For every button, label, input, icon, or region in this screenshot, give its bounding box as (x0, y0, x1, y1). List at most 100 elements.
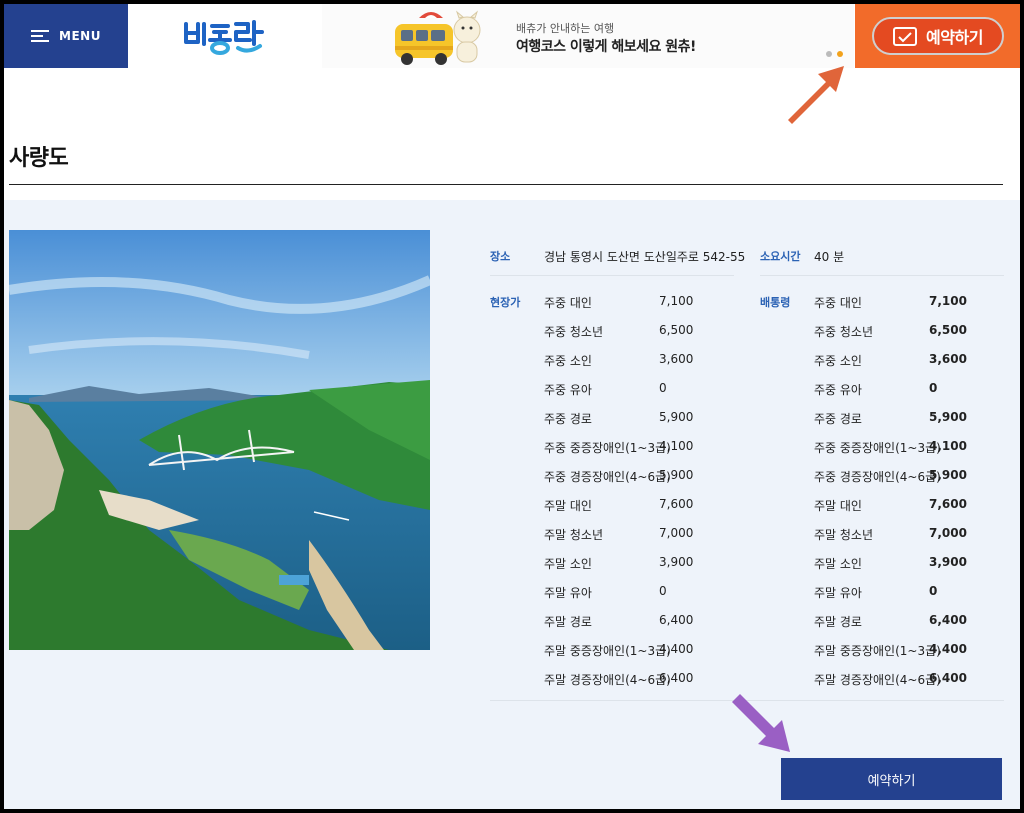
price-row: 주말 중증장애인(1~3급) 4,400 (544, 642, 774, 671)
price-value: 6,400 (929, 671, 967, 685)
price-value: 7,000 (659, 526, 694, 540)
price-value: 0 (659, 584, 667, 598)
price-value: 7,600 (659, 497, 694, 511)
price-row: 주말 경증장애인(4~6급) 6,400 (814, 671, 1020, 700)
price-name: 주중 청소년 (814, 325, 874, 339)
price-row: 주중 경로 5,900 (814, 410, 1020, 439)
price-row: 주중 중증장애인(1~3급) 4,100 (814, 439, 1020, 468)
price-name: 주말 대인 (544, 499, 592, 513)
price-name: 주중 경증장애인(4~6급) (544, 470, 671, 484)
price-value: 7,100 (929, 294, 967, 308)
bus-mascot-icon (395, 10, 481, 65)
page-title: 사량도 (9, 146, 69, 171)
site-logo[interactable] (182, 16, 266, 58)
reserve-top-button[interactable]: 예약하기 (855, 4, 1020, 68)
divider (760, 275, 1004, 276)
price-name: 주중 소인 (814, 354, 862, 368)
price-row: 주중 대인 7,100 (544, 294, 774, 323)
price-name: 주말 유아 (544, 586, 592, 600)
price-value: 4,100 (659, 439, 694, 453)
menu-button[interactable]: MENU (4, 4, 128, 68)
price-name: 주말 경로 (814, 615, 862, 629)
price-value: 0 (929, 584, 938, 598)
page-frame: MENU 배츄가 안내하는 여행 여행코스 이렇게 해보세요 원츄! 예약하기 … (4, 4, 1020, 809)
price-name: 주중 대인 (814, 296, 862, 310)
price-name: 주중 중증장애인(1~3급) (814, 441, 941, 455)
price-value: 5,900 (929, 410, 967, 424)
price-value: 0 (929, 381, 938, 395)
price-value: 3,900 (659, 555, 694, 569)
price-row: 주말 유아 0 (814, 584, 1020, 613)
price-value: 6,500 (929, 323, 967, 337)
price-row: 주말 대인 7,600 (814, 497, 1020, 526)
price-name: 주중 중증장애인(1~3급) (544, 441, 671, 455)
price-value: 0 (659, 381, 667, 395)
duration-value: 40 분 (814, 250, 845, 264)
price-name: 주말 경증장애인(4~6급) (544, 673, 671, 687)
price-value: 6,400 (929, 613, 967, 627)
online-price-list: 주중 대인 7,100 주중 청소년 6,500 주중 소인 3,600 주중 유아 0 주중 … (814, 294, 1020, 700)
price-value: 3,600 (659, 352, 694, 366)
price-row: 주말 청소년 7,000 (814, 526, 1020, 555)
price-row: 주말 청소년 7,000 (544, 526, 774, 555)
price-row: 주말 중증장애인(1~3급) 4,400 (814, 642, 1020, 671)
price-name: 주말 유아 (814, 586, 862, 600)
content-area: 장소 경남 통영시 도산면 도산일주로 542-55 소요시간 40 분 현장가… (4, 200, 1020, 809)
price-value: 4,100 (929, 439, 967, 453)
banner-title: 여행코스 이렇게 해보세요 원츄! (516, 39, 696, 55)
price-row: 주중 소인 3,600 (814, 352, 1020, 381)
price-row: 주중 중증장애인(1~3급) 4,100 (544, 439, 774, 468)
price-value: 4,400 (929, 642, 967, 656)
price-row: 주중 경증장애인(4~6급) 5,900 (544, 468, 774, 497)
price-value: 5,900 (659, 410, 694, 424)
price-value: 7,100 (659, 294, 694, 308)
price-value: 5,900 (929, 468, 967, 482)
online-price-label: 배통령 (760, 296, 791, 309)
price-name: 주중 유아 (814, 383, 862, 397)
price-row: 주중 대인 7,100 (814, 294, 1020, 323)
destination-photo (9, 230, 430, 650)
price-row: 주말 소인 3,900 (814, 555, 1020, 584)
price-name: 주중 소인 (544, 354, 592, 368)
price-row: 주말 소인 3,900 (544, 555, 774, 584)
price-value: 6,400 (659, 671, 694, 685)
divider (490, 275, 734, 276)
price-name: 주말 대인 (814, 499, 862, 513)
price-value: 3,600 (929, 352, 967, 366)
calendar-check-icon (893, 27, 918, 46)
price-name: 주중 경로 (544, 412, 592, 426)
onsite-price-list: 주중 대인 7,100 주중 청소년 6,500 주중 소인 3,600 주중 유아 0 주중 … (544, 294, 774, 700)
price-value: 7,600 (929, 497, 967, 511)
book-button[interactable]: 예약하기 (781, 758, 1002, 800)
divider (9, 184, 1003, 185)
price-name: 주말 중증장애인(1~3급) (544, 644, 671, 658)
price-name: 주중 청소년 (544, 325, 604, 339)
price-row: 주말 경로 6,400 (544, 613, 774, 642)
price-name: 주말 중증장애인(1~3급) (814, 644, 941, 658)
price-name: 주중 유아 (544, 383, 592, 397)
price-row: 주말 대인 7,600 (544, 497, 774, 526)
price-row: 주중 청소년 6,500 (544, 323, 774, 352)
arrow-down-right-icon (732, 694, 790, 752)
price-name: 주말 소인 (814, 557, 862, 571)
price-name: 주말 소인 (544, 557, 592, 571)
banner-subtitle: 배츄가 안내하는 여행 (516, 22, 615, 35)
price-value: 7,000 (929, 526, 967, 540)
price-row: 주중 소인 3,600 (544, 352, 774, 381)
price-row: 주말 경로 6,400 (814, 613, 1020, 642)
arrow-up-right-icon (788, 66, 844, 124)
price-value: 3,900 (929, 555, 967, 569)
reserve-top-label: 예약하기 (926, 28, 983, 47)
price-name: 주중 대인 (544, 296, 592, 310)
price-row: 주중 청소년 6,500 (814, 323, 1020, 352)
price-row: 주말 유아 0 (544, 584, 774, 613)
location-value: 경남 통영시 도산면 도산일주로 542-55 (544, 250, 746, 264)
price-value: 6,500 (659, 323, 694, 337)
price-value: 6,400 (659, 613, 694, 627)
price-row: 주중 경증장애인(4~6급) 5,900 (814, 468, 1020, 497)
price-name: 주중 경로 (814, 412, 862, 426)
location-label: 장소 (490, 250, 511, 263)
duration-label: 소요시간 (760, 250, 801, 263)
price-name: 주중 경증장애인(4~6급) (814, 470, 941, 484)
menu-label: MENU (59, 29, 101, 43)
